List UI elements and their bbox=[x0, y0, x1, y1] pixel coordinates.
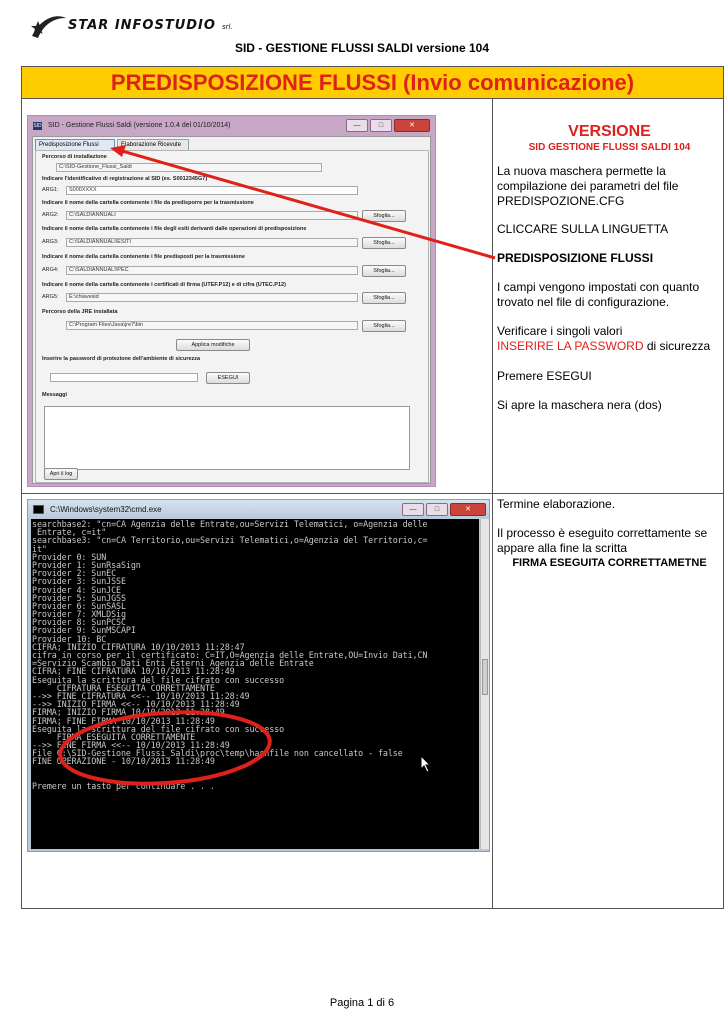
page-footer: Pagina 1 di 6 bbox=[329, 997, 395, 1009]
logo-text: STAR INFOSTUDIO srl. bbox=[68, 18, 233, 33]
annotation-arrow-line bbox=[121, 149, 496, 260]
instruction-table: PREDISPOSIZIONE FLUSSI (Invio comunicazi… bbox=[21, 66, 724, 909]
annotation-overlay bbox=[58, 145, 496, 786]
annotation-arrowhead-icon bbox=[110, 145, 126, 157]
annotation-circle bbox=[58, 710, 272, 786]
company-logo: STAR INFOSTUDIO srl. bbox=[28, 12, 233, 42]
document-title: SID - GESTIONE FLUSSI SALDI versione 104 bbox=[234, 41, 490, 55]
star-logo-icon bbox=[31, 16, 66, 38]
